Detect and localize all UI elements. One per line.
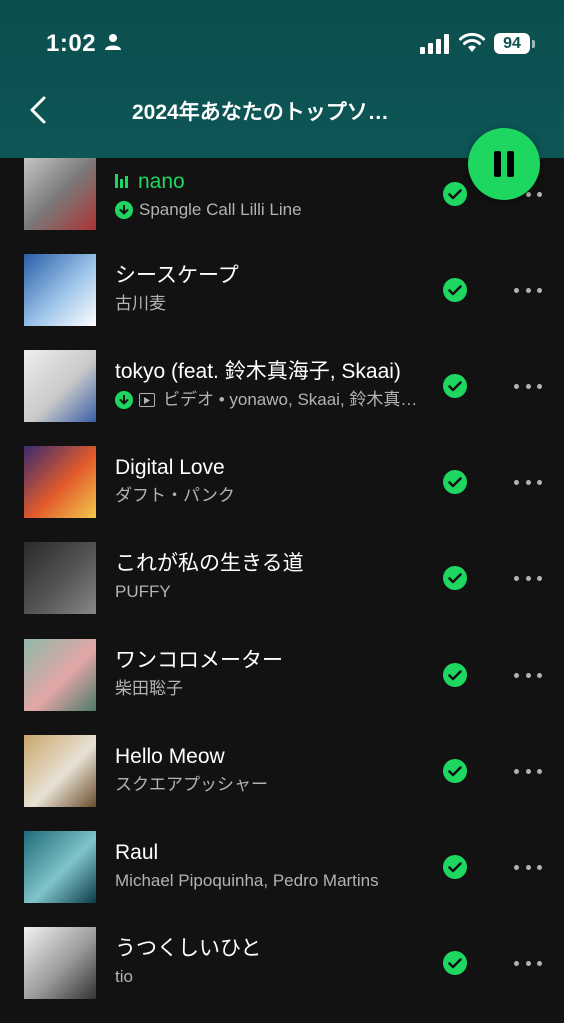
saved-check-icon[interactable] <box>443 951 467 975</box>
saved-check-icon[interactable] <box>443 182 467 206</box>
status-bar: 1:02 94 <box>0 0 564 90</box>
track-title-text: シースケープ <box>115 264 239 287</box>
track-text: Digital Love ダフト・パンク <box>115 454 425 508</box>
track-row[interactable]: Hello Meow スクエアプッシャー <box>0 735 564 831</box>
track-row[interactable]: Digital Love ダフト・パンク <box>0 446 564 542</box>
pause-icon <box>494 151 501 177</box>
cellular-signal-icon <box>420 34 449 54</box>
track-subtitle: tio <box>115 965 425 989</box>
track-artist: ダフト・パンク <box>115 486 235 505</box>
track-text: シースケープ 古川麦 <box>115 262 425 316</box>
saved-check-icon[interactable] <box>443 470 467 494</box>
track-artist: Spangle Call Lilli Line <box>139 200 302 219</box>
saved-check-icon[interactable] <box>443 855 467 879</box>
pause-button[interactable] <box>468 128 540 200</box>
track-title: Digital Love <box>115 454 425 482</box>
more-options-icon[interactable] <box>514 761 542 781</box>
track-artist: Michael Pipoquinha, Pedro Martins <box>115 871 379 890</box>
track-title-text: ワンコロメーター <box>115 649 283 672</box>
track-text: うつくしいひと tio <box>115 935 425 989</box>
track-title-text: Hello Meow <box>115 745 225 768</box>
track-title: これが私の生きる道 <box>115 550 425 578</box>
track-text: tokyo (feat. 鈴木真海子, Skaai) ビデオ • yonawo, … <box>115 358 425 412</box>
track-text: ワンコロメーター柴田聡子 <box>115 647 425 701</box>
back-button[interactable] <box>20 92 56 128</box>
track-row[interactable]: これが私の生きる道 PUFFY <box>0 542 564 638</box>
track-artist: ビデオ • yonawo, Skaai, 鈴木真海子 <box>163 390 425 409</box>
person-icon <box>105 34 121 50</box>
video-icon <box>139 393 155 407</box>
album-art <box>24 927 96 999</box>
more-options-icon[interactable] <box>514 857 542 877</box>
track-artist: PUFFY <box>115 582 171 601</box>
track-title-text: Raul <box>115 841 159 864</box>
track-title-text: うつくしいひと <box>115 937 262 960</box>
album-art <box>24 542 96 614</box>
track-artist: 古川麦 <box>115 294 166 313</box>
battery-indicator: 94 <box>494 33 530 54</box>
downloaded-icon <box>115 201 133 219</box>
track-subtitle: スクエアプッシャー <box>115 773 425 797</box>
album-art <box>24 735 96 807</box>
battery-tip <box>532 40 535 48</box>
saved-check-icon[interactable] <box>443 278 467 302</box>
track-text: Hello Meow スクエアプッシャー <box>115 743 425 797</box>
track-row[interactable]: うつくしいひと tio <box>0 927 564 1023</box>
track-row[interactable]: シースケープ 古川麦 <box>0 254 564 350</box>
page-title: 2024年あなたのトップソ… <box>132 101 389 124</box>
downloaded-icon <box>115 391 133 409</box>
track-title-text: tokyo (feat. 鈴木真海子, Skaai) <box>115 360 401 383</box>
saved-check-icon[interactable] <box>443 374 467 398</box>
saved-check-icon[interactable] <box>443 759 467 783</box>
more-options-icon[interactable] <box>514 568 542 588</box>
more-options-icon[interactable] <box>514 665 542 685</box>
pause-icon-bar <box>507 151 514 177</box>
track-title: Raul <box>115 839 425 867</box>
now-playing-equalizer-icon <box>115 174 130 188</box>
track-text: これが私の生きる道 PUFFY <box>115 550 425 604</box>
saved-check-icon[interactable] <box>443 566 467 590</box>
track-subtitle: ダフト・パンク <box>115 484 425 508</box>
wifi-icon <box>459 32 485 52</box>
track-subtitle: 古川麦 <box>115 292 425 316</box>
header: 1:02 94 2024年あなたのトップソ… <box>0 0 564 158</box>
more-options-icon[interactable] <box>514 953 542 973</box>
track-title: Hello Meow <box>115 743 425 771</box>
track-text: nano Spangle Call Lilli Line <box>115 168 425 222</box>
track-subtitle: 柴田聡子 <box>115 677 425 701</box>
track-text: Raul Michael Pipoquinha, Pedro Martins <box>115 839 425 893</box>
track-title: シースケープ <box>115 262 425 290</box>
track-title: うつくしいひと <box>115 935 425 963</box>
track-row[interactable]: ワンコロメーター柴田聡子 <box>0 639 564 735</box>
track-row[interactable]: Raul Michael Pipoquinha, Pedro Martins <box>0 831 564 927</box>
track-row[interactable]: tokyo (feat. 鈴木真海子, Skaai) ビデオ • yonawo, … <box>0 350 564 446</box>
track-subtitle: Michael Pipoquinha, Pedro Martins <box>115 869 425 893</box>
album-art <box>24 446 96 518</box>
track-title-text: これが私の生きる道 <box>115 552 304 575</box>
track-title: nano <box>115 168 425 196</box>
track-title: ワンコロメーター <box>115 647 425 675</box>
chevron-left-icon <box>30 96 46 124</box>
track-artist: スクエアプッシャー <box>115 775 268 794</box>
more-options-icon[interactable] <box>514 376 542 396</box>
status-time: 1:02 <box>46 30 97 57</box>
more-options-icon[interactable] <box>514 280 542 300</box>
track-subtitle: PUFFY <box>115 580 425 604</box>
more-options-icon[interactable] <box>514 472 542 492</box>
track-artist: 柴田聡子 <box>115 679 183 698</box>
album-art <box>24 254 96 326</box>
album-art <box>24 831 96 903</box>
album-art <box>24 350 96 422</box>
album-art <box>24 639 96 711</box>
track-title: tokyo (feat. 鈴木真海子, Skaai) <box>115 358 425 386</box>
track-subtitle: ビデオ • yonawo, Skaai, 鈴木真海子 <box>115 388 425 412</box>
track-subtitle: Spangle Call Lilli Line <box>115 198 425 222</box>
track-artist: tio <box>115 967 133 986</box>
track-title-text: nano <box>138 170 185 193</box>
track-title-text: Digital Love <box>115 456 225 479</box>
saved-check-icon[interactable] <box>443 663 467 687</box>
